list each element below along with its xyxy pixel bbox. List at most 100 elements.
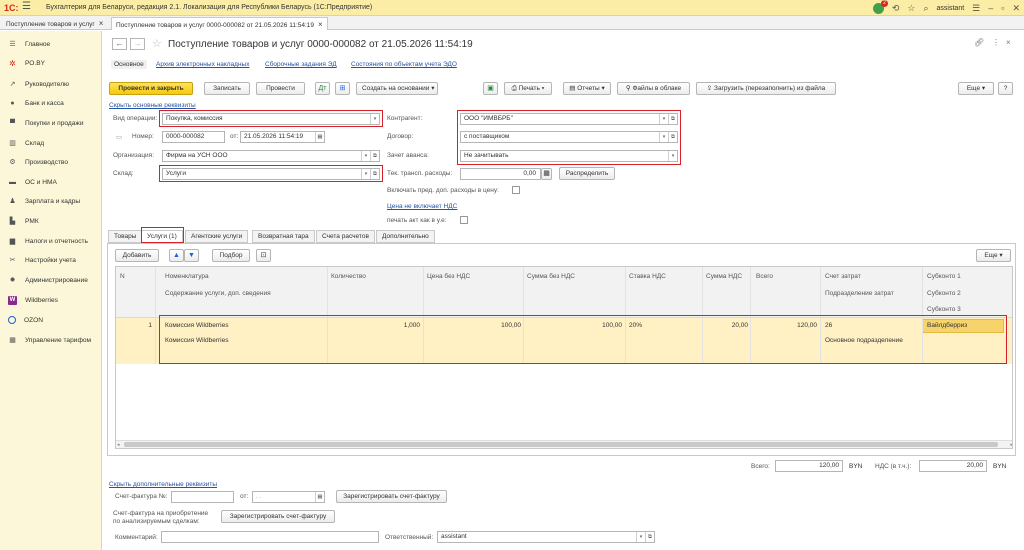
close-doc-icon[interactable]: ×	[1006, 38, 1011, 47]
create-based-on-button[interactable]: Создать на основании ▾	[356, 82, 438, 95]
minimize-icon[interactable]: –	[988, 0, 993, 16]
cell-cost-account[interactable]: 26	[825, 322, 832, 329]
notifications-icon[interactable]: 2	[872, 0, 888, 14]
sidebar-item-admin[interactable]: ✹ Администрирование	[0, 273, 101, 287]
sidebar-item-production[interactable]: ⚙ Производство	[0, 155, 101, 169]
invoice-number-field[interactable]	[171, 491, 234, 503]
sidebar-item-wildberries[interactable]: W Wildberries	[0, 293, 101, 307]
sidebar-item-bank[interactable]: ● Банк и касса	[0, 96, 101, 110]
sidebar-item-roby[interactable]: ✲ РО.BY	[0, 56, 101, 70]
move-up-icon[interactable]: ▲	[169, 249, 184, 262]
open-icon[interactable]: ⧉	[668, 132, 677, 142]
more-button[interactable]: Еще ▾	[958, 82, 994, 95]
tab-additional[interactable]: Дополнительно	[376, 230, 435, 243]
sidebar-item-manager[interactable]: ↗ Руководителю	[0, 77, 101, 91]
warehouse-field[interactable]: Услуги ▾ ⧉	[162, 168, 380, 180]
tab-goods[interactable]: Товары	[108, 230, 143, 243]
register-invoice-button[interactable]: Зарегистрировать счет-фактуру	[336, 490, 447, 503]
horizontal-scrollbar[interactable]: ◂ ▸	[116, 440, 1012, 448]
cell-qty[interactable]: 1,000	[366, 322, 420, 329]
sidebar-item-fixed-assets[interactable]: ▬ ОС и НМА	[0, 175, 101, 189]
cell-vat-sum[interactable]: 20,00	[706, 322, 748, 329]
chevron-down-icon[interactable]: ▾	[668, 151, 677, 161]
calendar-icon[interactable]: ▦	[315, 132, 324, 142]
forward-button[interactable]: →	[130, 38, 145, 50]
price-excludes-vat-link[interactable]: Цена не включает НДС	[387, 203, 457, 210]
cell-subconto-1[interactable]: Вайлдберриз	[927, 322, 967, 329]
post-and-close-button[interactable]: Провести и закрыть	[109, 82, 193, 95]
link-icon[interactable]: 🔗︎	[974, 38, 984, 47]
chevron-down-icon[interactable]: ▾	[361, 169, 370, 179]
print-act-checkbox[interactable]	[460, 216, 468, 224]
cell-content[interactable]: Комиссия Wildberries	[165, 337, 228, 344]
tab-e-invoices-archive[interactable]: Архив электронных накладных	[156, 61, 249, 68]
invoice-date-field[interactable]: . . ▦	[252, 491, 325, 503]
scroll-right-icon[interactable]: ▸	[1010, 441, 1012, 448]
tab-services[interactable]: Услуги (1)	[141, 230, 183, 244]
include-costs-checkbox[interactable]	[512, 186, 520, 194]
tab-receipt-doc[interactable]: Поступление товаров и услуг 0000-000082 …	[111, 17, 328, 30]
sidebar-item-warehouse[interactable]: ▥ Склад	[0, 136, 101, 150]
tab-assembly-tasks[interactable]: Сборочные задания ЭД	[265, 61, 337, 68]
print-button[interactable]: ⎙ Печать ▾	[504, 82, 552, 95]
sidebar-item-main[interactable]: ☰ Главное	[0, 37, 101, 51]
history-icon[interactable]: ⟲	[892, 0, 900, 16]
table-more-button[interactable]: Еще ▾	[976, 249, 1011, 262]
back-button[interactable]: ←	[112, 38, 127, 50]
close-window-icon[interactable]: ✕	[1012, 0, 1020, 16]
organization-field[interactable]: Фирма на УСН ООО ▾ ⧉	[162, 150, 380, 162]
cell-price[interactable]: 100,00	[461, 322, 521, 329]
transport-costs-field[interactable]: 0,00	[460, 168, 541, 180]
scroll-thumb[interactable]	[124, 442, 998, 447]
restore-icon[interactable]: ▫	[1001, 0, 1004, 16]
post-button[interactable]: Провести	[256, 82, 305, 95]
favorite-star-icon[interactable]: ☆	[152, 37, 162, 50]
move-down-icon[interactable]: ▼	[184, 249, 199, 262]
user-name[interactable]: assistant	[937, 5, 965, 12]
calendar-icon[interactable]: ▦	[315, 492, 324, 502]
reports-button[interactable]: ▤ Отчеты ▾	[563, 82, 611, 95]
favorites-icon[interactable]: ☆	[907, 0, 915, 16]
open-icon[interactable]: ⧉	[370, 151, 379, 161]
sidebar-item-salary[interactable]: ♟ Зарплата и кадры	[0, 194, 101, 208]
chevron-down-icon[interactable]: ▾	[659, 114, 668, 124]
cell-sum[interactable]: 100,00	[561, 322, 622, 329]
search-icon[interactable]: ⌕	[923, 0, 928, 16]
pick-button[interactable]: Подбор	[212, 249, 250, 262]
date-field[interactable]: 21.05.2026 11:54:19 ▦	[240, 131, 325, 143]
fill-icon[interactable]: ⊡	[256, 249, 271, 262]
open-icon[interactable]: ⧉	[668, 114, 677, 124]
sidebar-item-tariff[interactable]: ▦ Управление тарифом	[0, 333, 101, 347]
close-icon[interactable]: ×	[318, 20, 323, 29]
contract-field[interactable]: с поставщиком ▾ ⧉	[460, 131, 678, 143]
register-invoice-2-button[interactable]: Зарегистрировать счет-фактуру	[221, 510, 335, 523]
tab-returnable-containers[interactable]: Возвратная тара	[252, 230, 315, 243]
tab-agent-services[interactable]: Агентские услуги	[185, 230, 249, 243]
chevron-down-icon[interactable]: ▾	[361, 151, 370, 161]
load-from-file-button[interactable]: ⇪ Загрузить (перезаполнить) из файла	[696, 82, 836, 95]
help-button[interactable]: ?	[998, 82, 1013, 95]
cloud-files-button[interactable]: ⚲ Файлы в облаке	[617, 82, 690, 95]
tab-settlement-accounts[interactable]: Счета расчетов	[316, 230, 375, 243]
chevron-down-icon[interactable]: ▾	[636, 532, 645, 542]
chevron-down-icon[interactable]: ▾	[370, 114, 379, 124]
tab-receipts-list[interactable]: Поступление товаров и услуг ×	[2, 17, 107, 30]
cell-nomenclature[interactable]: Комиссия Wildberries	[165, 322, 228, 329]
sidebar-item-rmk[interactable]: ▙ РМК	[0, 214, 101, 228]
cell-total[interactable]: 120,00	[756, 322, 817, 329]
structure-icon[interactable]: ⊞	[335, 82, 350, 95]
comment-field[interactable]	[161, 531, 379, 543]
hide-extra-details-link[interactable]: Скрыть дополнительные реквизиты	[109, 481, 217, 488]
number-field[interactable]: 0000-000082	[162, 131, 225, 143]
sidebar-item-ozon[interactable]: OZON	[0, 313, 101, 327]
tab-edo-states[interactable]: Состояния по объектам учета ЭДО	[351, 61, 457, 68]
counterparty-field[interactable]: ООО "ИМВБРБ" ▾ ⧉	[460, 113, 678, 125]
responsible-field[interactable]: assistant ▾ ⧉	[437, 531, 655, 543]
add-row-button[interactable]: Добавить	[115, 249, 159, 262]
calculator-icon[interactable]: ▦	[541, 168, 552, 180]
chevron-down-icon[interactable]: ▾	[659, 132, 668, 142]
open-icon[interactable]: ⧉	[370, 169, 379, 179]
settings-menu-icon[interactable]: ☰	[972, 0, 980, 16]
write-button[interactable]: Записать	[204, 82, 250, 95]
open-icon[interactable]: ⧉	[645, 532, 654, 542]
